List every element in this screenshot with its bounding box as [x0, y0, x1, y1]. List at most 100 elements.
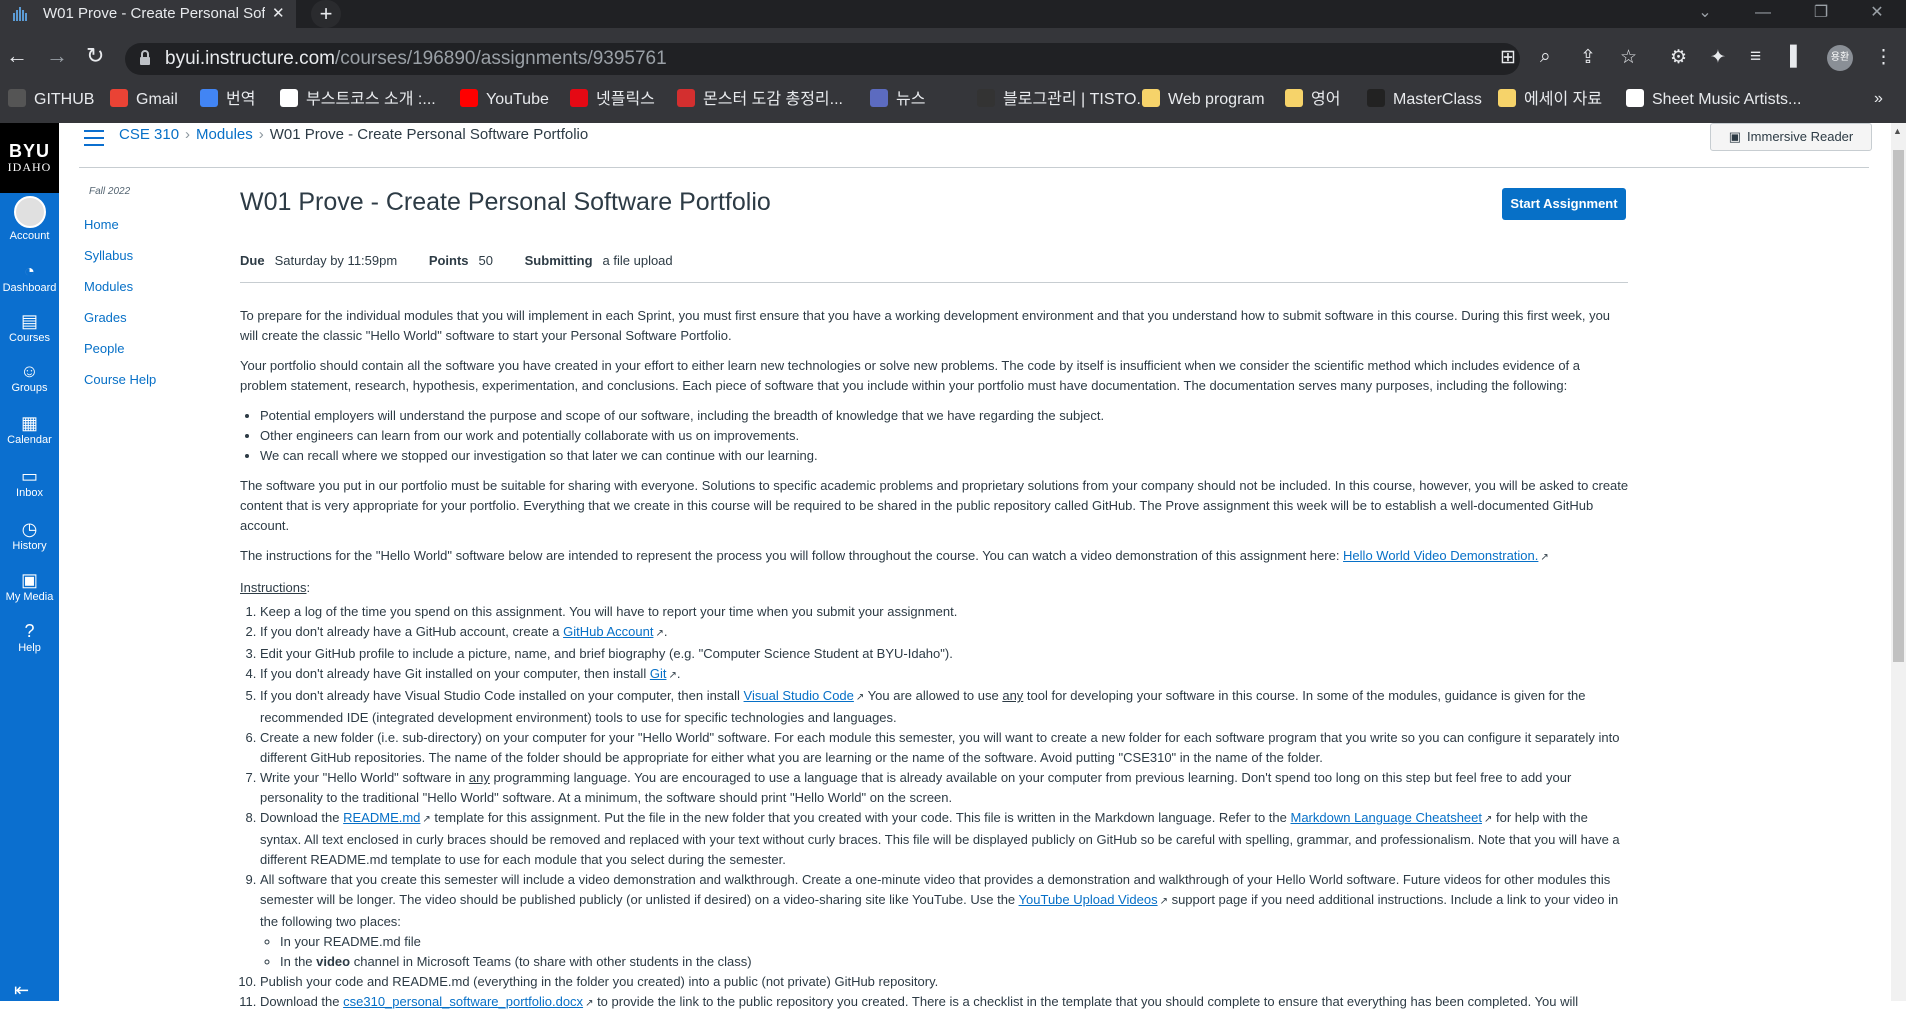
reload-icon[interactable]: ↻ [86, 44, 104, 68]
browser-tab-title: W01 Prove - Create Personal Software Por… [43, 5, 265, 22]
start-assignment-button[interactable]: Start Assignment [1502, 188, 1626, 220]
course-nav-course-help[interactable]: Course Help [84, 372, 156, 387]
global-nav-courses[interactable]: ▤ Courses [0, 310, 59, 344]
external-link-icon: ↗ [655, 628, 664, 639]
global-nav-groups[interactable]: ☺ Groups [0, 360, 59, 394]
bookmark-star-icon[interactable]: ☆ [1620, 46, 1637, 69]
browser-menu-icon[interactable]: ⋮ [1874, 46, 1893, 69]
breadcrumb-modules[interactable]: Modules [196, 126, 253, 143]
instructions-heading: Instructions: [240, 578, 1630, 598]
git-link[interactable]: Git [650, 666, 667, 681]
bookmark-9[interactable]: Web program [1142, 89, 1265, 110]
side-panel-icon[interactable]: ▌ [1790, 46, 1803, 68]
bookmark-label: GITHUB [34, 91, 95, 108]
bookmark-11[interactable]: MasterClass [1367, 89, 1482, 110]
bookmark-3[interactable]: 부스트코스 소개 :... [280, 89, 436, 110]
external-link-icon: ↗ [1159, 896, 1168, 907]
global-nav-history[interactable]: ◷ History [0, 518, 59, 552]
courses-icon: ▤ [20, 311, 38, 331]
profile-avatar[interactable]: 용환 [1827, 45, 1853, 71]
bookmark-5[interactable]: 넷플릭스 [570, 89, 655, 110]
list-item: We can recall where we stopped our inves… [260, 446, 1630, 466]
scroll-up-arrow-icon[interactable]: ▲ [1893, 126, 1902, 136]
assignment-meta: Due Saturday by 11:59pm Points 50 Submitti… [240, 253, 673, 268]
tab-close-icon[interactable]: ✕ [272, 4, 285, 22]
forward-arrow-icon[interactable]: → [46, 44, 68, 68]
portfolio-docx-link[interactable]: cse310_personal_software_portfolio.docx [343, 994, 583, 1009]
folder-icon [1498, 89, 1516, 107]
global-nav-inbox[interactable]: ▭ Inbox [0, 465, 59, 499]
bookmark-10[interactable]: 영어 [1285, 89, 1340, 110]
github-account-link[interactable]: GitHub Account [563, 624, 653, 639]
my-media-icon: ▣ [20, 570, 38, 590]
global-nav-label: History [12, 540, 47, 552]
course-nav-syllabus[interactable]: Syllabus [84, 248, 133, 263]
back-arrow-icon[interactable]: ← [6, 44, 28, 68]
bookmark-1[interactable]: Gmail [110, 89, 178, 110]
bookmark-13[interactable]: Sheet Music Artists... [1626, 89, 1801, 110]
bookmark-7[interactable]: 뉴스 [870, 89, 925, 110]
global-nav-label: My Media [5, 591, 54, 603]
bookmark-label: 영어 [1311, 91, 1341, 108]
byui-logo[interactable]: BYU IDAHO [0, 123, 59, 193]
bookmark-12[interactable]: 에세이 자료 [1498, 89, 1602, 110]
close-window-icon[interactable]: ✕ [1848, 0, 1906, 28]
external-link-icon: ↗ [422, 814, 431, 825]
url-text[interactable]: byui.instructure.com/courses/196890/assi… [165, 48, 667, 70]
media-control-icon[interactable]: ≡ [1750, 46, 1761, 68]
scrollbar-thumb[interactable] [1893, 150, 1904, 662]
bookmark-label: Sheet Music Artists... [1652, 91, 1802, 108]
assignment-description: To prepare for the individual modules th… [240, 306, 1630, 1014]
bookmark-8[interactable]: 블로그관리 | TISTO... [977, 89, 1150, 110]
bookmark-6[interactable]: 몬스터 도감 총정리... [677, 89, 843, 110]
masterclass-icon [1367, 89, 1385, 107]
minimize-window-icon[interactable]: — [1734, 0, 1792, 28]
global-nav-help[interactable]: ? Help [0, 620, 59, 654]
global-nav-account[interactable]: Account [0, 196, 59, 242]
restore-window-icon[interactable]: ❐ [1792, 0, 1850, 28]
hello-world-video-link[interactable]: Hello World Video Demonstration. [1343, 548, 1538, 563]
tab-search-chevron-icon[interactable]: ⌄ [1676, 0, 1734, 28]
youtube-upload-link[interactable]: YouTube Upload Videos [1019, 892, 1158, 907]
bookmark-4[interactable]: YouTube [460, 89, 549, 110]
list-item: If you don't already have a GitHub accou… [260, 622, 1630, 644]
list-item: Create a new folder (i.e. sub-directory)… [260, 728, 1630, 768]
global-nav-calendar[interactable]: ▦ Calendar [0, 412, 59, 446]
browser-tab-active[interactable]: W01 Prove - Create Personal Software Por… [0, 0, 296, 28]
immersive-reader-icon: ▣ [1728, 129, 1742, 144]
immersive-reader-button[interactable]: ▣ Immersive Reader [1710, 123, 1872, 151]
course-nav-people[interactable]: People [84, 341, 124, 356]
breadcrumb-separator-icon: › [185, 126, 191, 143]
list-item: All software that you create this semest… [260, 870, 1630, 972]
markdown-cheatsheet-link[interactable]: Markdown Language Cheatsheet [1290, 810, 1482, 825]
global-nav-my-media[interactable]: ▣ My Media [0, 569, 59, 603]
course-menu-hamburger-icon[interactable] [84, 130, 104, 151]
course-nav-modules[interactable]: Modules [84, 279, 133, 294]
new-tab-button[interactable]: + [311, 0, 341, 28]
share-icon[interactable]: ⇪ [1580, 46, 1596, 69]
list-item: Download the cse310_personal_software_po… [260, 992, 1630, 1014]
lock-icon[interactable] [139, 50, 151, 66]
browser-tab-strip: W01 Prove - Create Personal Software Por… [0, 0, 1906, 28]
extensions-puzzle-icon[interactable]: ✦ [1710, 46, 1726, 69]
global-nav-dashboard[interactable]: ◔ Dashboard [0, 260, 59, 294]
extension-gear-icon[interactable]: ⚙ [1670, 46, 1687, 69]
bookmark-2[interactable]: 번역 [200, 89, 255, 110]
step-text: channel in Microsoft Teams (to share wit… [350, 954, 752, 969]
bookmark-0[interactable]: GITHUB [8, 89, 94, 110]
bookmark-label: MasterClass [1393, 91, 1482, 108]
readme-link[interactable]: README.md [343, 810, 420, 825]
zoom-icon[interactable]: ⌕ [1540, 46, 1551, 68]
step-text: . [663, 624, 668, 639]
bookmarks-overflow-icon[interactable]: » [1874, 89, 1883, 109]
video-locations-list: In your README.md file In the video chan… [260, 932, 1630, 972]
vscode-link[interactable]: Visual Studio Code [744, 688, 854, 703]
course-nav-home[interactable]: Home [84, 217, 119, 232]
course-nav-grades[interactable]: Grades [84, 310, 127, 325]
netflix-icon [570, 89, 588, 107]
collapse-nav-icon[interactable]: ⇤ [14, 980, 29, 1001]
translate-page-icon[interactable]: ⊞ [1500, 46, 1516, 69]
step-emphasis: video [316, 954, 351, 969]
step-text: If you don't already have a GitHub accou… [260, 624, 564, 639]
breadcrumb-course[interactable]: CSE 310 [119, 126, 179, 143]
